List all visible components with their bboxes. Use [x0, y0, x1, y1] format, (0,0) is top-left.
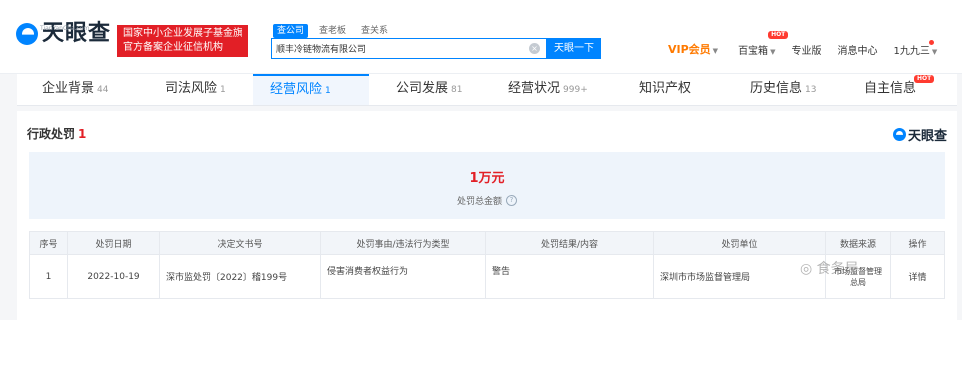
search-button[interactable]: 天眼一下: [547, 38, 601, 59]
tab-judicial-risk[interactable]: 司法风险 1: [165, 74, 226, 105]
message-center-link[interactable]: 消息中心: [837, 42, 877, 57]
section-count: 1: [78, 127, 87, 141]
logo-eye-icon: [16, 23, 38, 45]
hot-badge: HOT: [768, 30, 789, 39]
chevron-down-icon: ▼: [770, 47, 776, 56]
cell-date: 2022-10-19: [67, 254, 160, 299]
tab-label: 历史信息: [750, 81, 803, 96]
brand-watermark: 天眼查: [892, 125, 947, 144]
page: 天眼查 TianYanCha.com 国家中小企业发展子基金旗下 官方备案企业征…: [0, 0, 962, 378]
details-link[interactable]: 详情: [890, 254, 945, 299]
tab-history-info[interactable]: 历史信息 13: [750, 74, 816, 105]
cell-result: 警告: [485, 254, 654, 299]
gov-badge-line2: 官方备案企业征信机构: [123, 42, 223, 53]
search-box: ×: [271, 38, 547, 59]
search-type-tabs: 查公司 查老板 查关系: [273, 24, 392, 38]
col-doc-no: 决定文书号: [159, 231, 321, 255]
tab-label: 经营风险: [270, 82, 323, 97]
col-action: 操作: [890, 231, 945, 255]
cell-reason: 侵害消费者权益行为: [320, 254, 486, 299]
tab-label: 知识产权: [639, 81, 692, 96]
watermark-text: 食务局: [816, 261, 859, 277]
col-index: 序号: [29, 231, 68, 255]
chevron-down-icon: ▼: [931, 47, 938, 56]
tab-label: 经营状况: [508, 81, 561, 96]
user-menu[interactable]: 1九九三 ▼: [893, 39, 938, 57]
hot-badge: HOT: [914, 75, 935, 83]
chevron-down-icon: ▼: [712, 47, 719, 55]
tab-count: 1: [220, 85, 226, 95]
top-header: 天眼查 TianYanCha.com 国家中小企业发展子基金旗下 官方备案企业征…: [0, 0, 962, 74]
search-tab-boss[interactable]: 查老板: [315, 24, 350, 38]
brand-text: 天眼查: [907, 129, 947, 144]
cell-doc-no: 深市监处罚〔2022〕稽199号: [159, 254, 321, 299]
tab-label: 企业背景: [42, 81, 95, 96]
search-tab-relation[interactable]: 查关系: [357, 24, 392, 38]
tab-intellectual-property[interactable]: 知识产权: [639, 74, 691, 105]
col-reason: 处罚事由/违法行为类型: [320, 231, 486, 255]
top-nav: VIP会员 ▼ HOT 百宝箱 ▼ 专业版 消息中心 1九九三 ▼: [668, 30, 938, 57]
logo-eye-icon: [892, 128, 906, 141]
blank-area: [0, 320, 962, 378]
clear-icon[interactable]: ×: [529, 43, 540, 54]
company-tabs: 企业背景 44 司法风险 1 经营风险 1 公司发展 81 经营状况 999+ 知识产权 …: [17, 74, 957, 106]
notification-dot: [929, 39, 935, 45]
table-header-row: 序号 处罚日期 决定文书号 处罚事由/违法行为类型 处罚结果/内容 处罚单位 数…: [29, 231, 945, 255]
section-title-text: 行政处罚: [27, 127, 76, 141]
tab-operational-risk[interactable]: 经营风险 1: [253, 74, 369, 105]
gov-badge-line1: 国家中小企业发展子基金旗下: [123, 28, 242, 39]
tab-count: 81: [451, 85, 463, 95]
logo-domain: TianYanCha.com: [40, 25, 90, 32]
col-authority: 处罚单位: [653, 231, 826, 255]
summary-label: 处罚总金额 ?: [457, 194, 517, 207]
total-penalty-amount: 1万元: [469, 171, 505, 186]
help-icon[interactable]: ?: [506, 195, 517, 206]
tab-company-development[interactable]: 公司发展 81: [396, 74, 462, 105]
tab-business-status[interactable]: 经营状况 999+: [508, 74, 588, 105]
tab-count: 1: [325, 86, 331, 96]
gov-badge: 国家中小企业发展子基金旗下 官方备案企业征信机构: [117, 25, 248, 57]
tab-label: 自主信息: [864, 81, 917, 96]
admin-penalty-card: 行政处罚 1 天眼查 1万元 处罚总金额 ? 序号 处罚日期 决定文书号 处罚事由…: [17, 111, 957, 320]
col-date: 处罚日期: [67, 231, 160, 255]
tab-label: 司法风险: [165, 81, 218, 96]
col-result: 处罚结果/内容: [485, 231, 654, 255]
treasure-box-menu[interactable]: HOT 百宝箱 ▼: [738, 30, 789, 57]
user-name: 1九九三: [893, 45, 930, 57]
wechat-watermark: ◎ 食务局: [800, 258, 859, 278]
summary-label-text: 处罚总金额: [456, 197, 502, 207]
penalty-summary: 1万元 处罚总金额 ?: [29, 152, 945, 219]
vip-member-link[interactable]: VIP会员 ▼: [668, 41, 718, 57]
tab-enterprise-background[interactable]: 企业背景 44: [42, 74, 108, 105]
treasure-label: 百宝箱: [738, 45, 769, 57]
search-input[interactable]: [276, 39, 516, 58]
tab-self-info[interactable]: 自主信息 HOT: [864, 74, 935, 105]
tab-label: 公司发展: [396, 81, 449, 96]
cell-index: 1: [29, 254, 68, 299]
pro-version-link[interactable]: 专业版: [791, 42, 821, 57]
search-tab-company[interactable]: 查公司: [273, 24, 309, 38]
tab-count: 999+: [563, 85, 588, 95]
tab-count: 13: [805, 85, 817, 95]
wechat-icon: ◎: [800, 261, 813, 277]
section-title: 行政处罚 1: [27, 125, 86, 142]
col-source: 数据来源: [825, 231, 891, 255]
vip-label: VIP会员: [668, 43, 711, 56]
tab-count: 44: [97, 85, 109, 95]
